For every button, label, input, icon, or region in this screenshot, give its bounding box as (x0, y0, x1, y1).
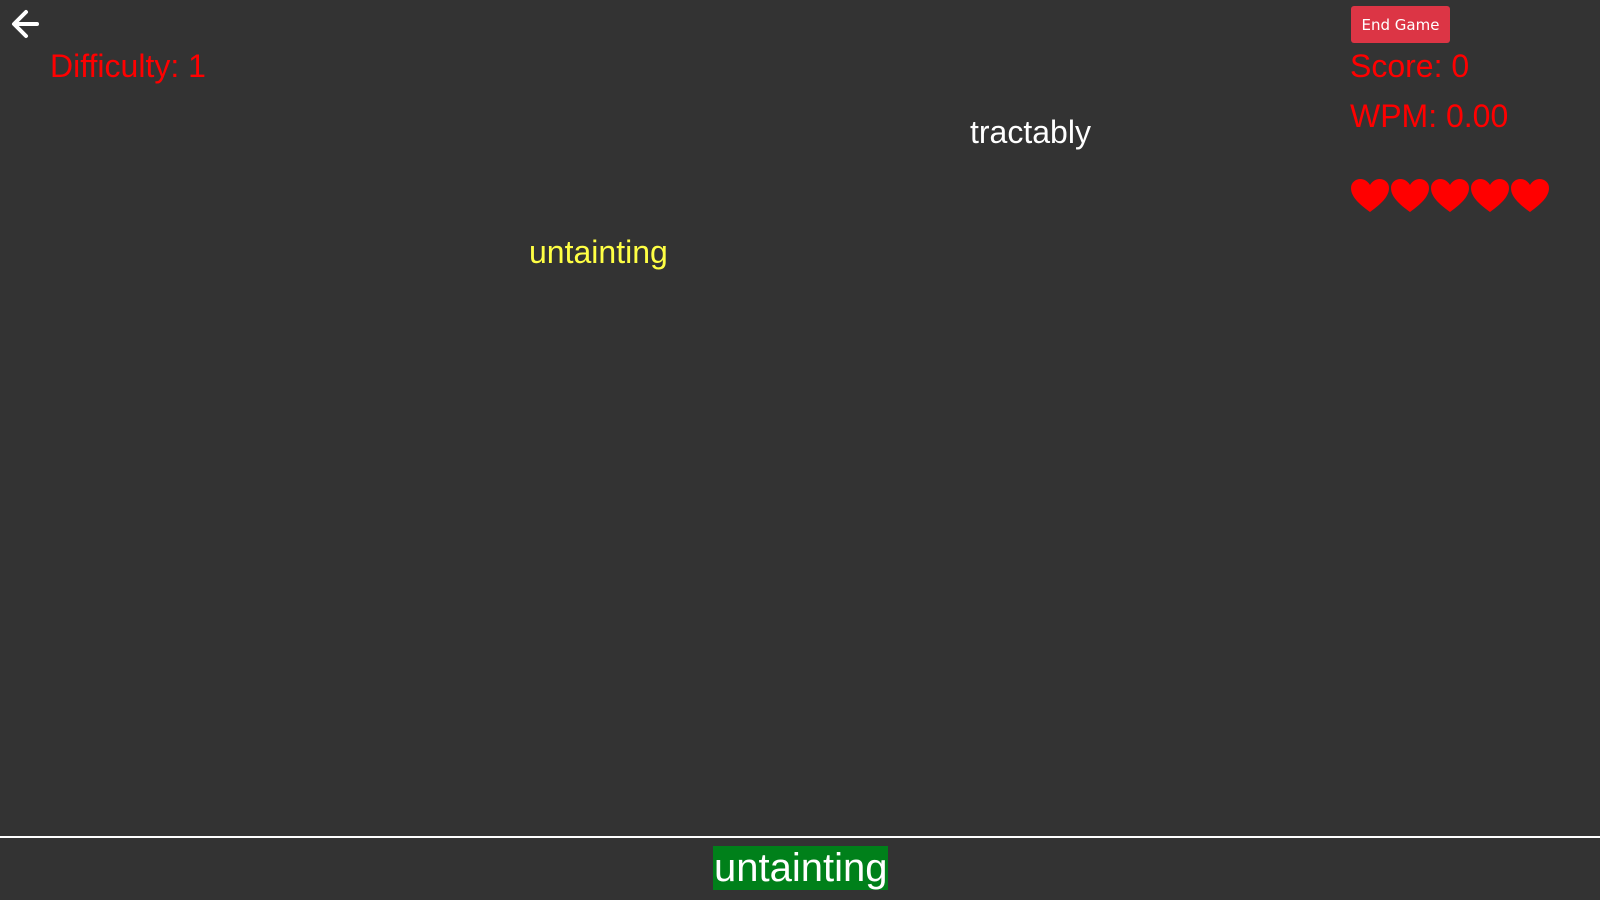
typed-input-display[interactable]: untainting (713, 846, 889, 890)
wpm-label: WPM: 0.00 (1350, 98, 1509, 134)
falling-word: tractably (970, 114, 1091, 150)
input-divider (0, 836, 1600, 838)
arrow-left-icon (12, 10, 39, 38)
difficulty-label: Difficulty: 1 (50, 48, 206, 84)
falling-word-targeted: untainting (529, 234, 668, 270)
heart-icon (1471, 179, 1509, 212)
score-label: Score: 0 (1350, 48, 1470, 84)
lives-display (1350, 178, 1550, 214)
heart-icon (1351, 179, 1389, 212)
heart-icon (1391, 179, 1429, 212)
back-button[interactable] (8, 8, 40, 40)
heart-icon (1431, 179, 1469, 212)
game-screen: Difficulty: 1 End Game Score: 0 WPM: 0.0… (0, 0, 1600, 900)
heart-icon (1511, 179, 1549, 212)
end-game-button[interactable]: End Game (1351, 6, 1450, 43)
